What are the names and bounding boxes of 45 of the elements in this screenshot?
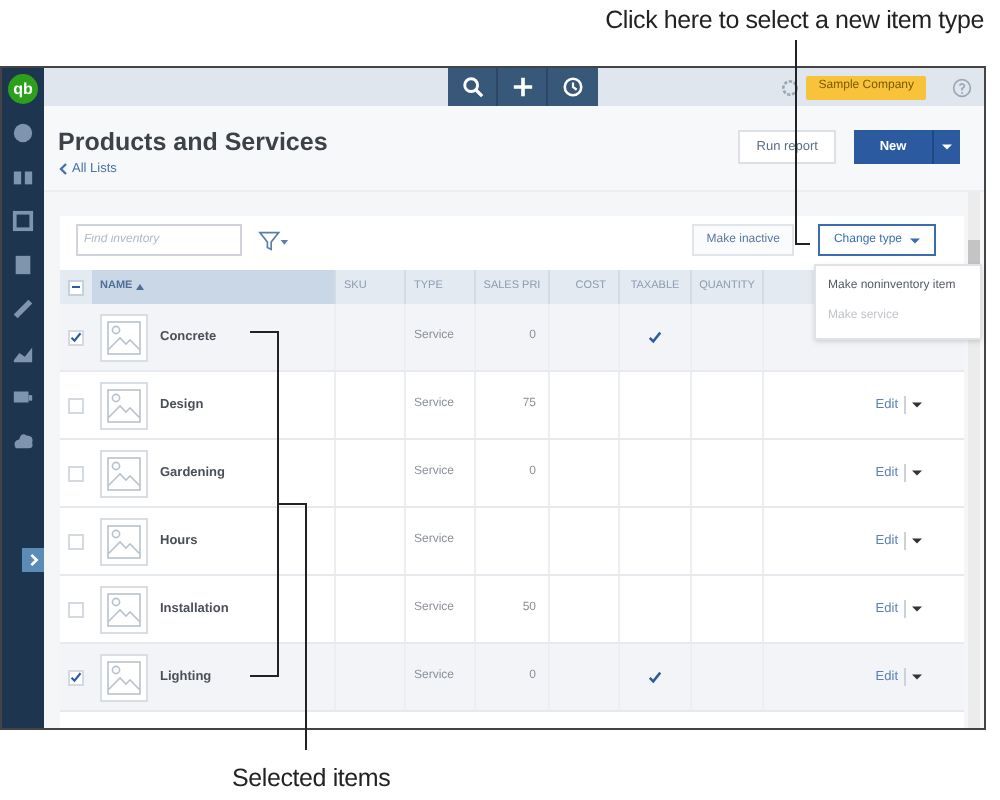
expand-button[interactable] [22, 548, 44, 572]
caret-icon [910, 237, 920, 243]
image-placeholder-icon [100, 449, 148, 497]
filter-icon[interactable] [258, 229, 290, 251]
page-title: Products and Services [58, 128, 328, 156]
caret-icon[interactable] [912, 538, 922, 544]
nav-icon[interactable] [12, 166, 34, 188]
row-checkbox[interactable] [68, 669, 84, 685]
check-icon [70, 330, 82, 344]
nav-icon[interactable] [12, 430, 34, 452]
taxable-check-icon [648, 670, 662, 684]
chevron-icon [27, 552, 39, 568]
plus-button[interactable] [498, 68, 548, 106]
logo[interactable]: qb [8, 74, 38, 104]
check-icon [70, 670, 82, 684]
image-placeholder-icon [100, 517, 148, 565]
search-button[interactable] [448, 68, 498, 106]
nav-icon[interactable] [12, 210, 34, 232]
image-placeholder-icon [100, 313, 148, 361]
nav-icon[interactable] [12, 342, 34, 364]
sort-icon [136, 284, 145, 290]
nav-icon[interactable] [12, 298, 34, 320]
taxable-check-icon [648, 330, 662, 344]
settings-icon[interactable] [780, 77, 801, 97]
row-checkbox[interactable] [68, 329, 84, 345]
nav-icon[interactable] [12, 386, 34, 408]
image-placeholder-icon [100, 653, 148, 701]
caret-icon[interactable] [912, 674, 922, 680]
caret-icon [942, 144, 952, 150]
nav-icon[interactable] [12, 254, 34, 276]
caret-icon[interactable] [912, 402, 922, 408]
chevron-icon [58, 162, 68, 177]
callout-text: Click here to select a new item type [605, 4, 984, 36]
caret-icon[interactable] [912, 606, 922, 612]
image-placeholder-icon [100, 381, 148, 429]
dropdown-button[interactable] [932, 130, 960, 164]
plus-icon [511, 76, 533, 98]
callout-text: Selected items [232, 762, 391, 794]
nav-icon[interactable] [12, 122, 34, 144]
history-button[interactable] [548, 68, 598, 106]
caret-icon[interactable] [912, 470, 922, 476]
select-all-checkbox[interactable] [68, 279, 84, 295]
image-placeholder-icon [100, 585, 148, 633]
history-icon [562, 76, 584, 98]
search-icon [461, 76, 483, 98]
